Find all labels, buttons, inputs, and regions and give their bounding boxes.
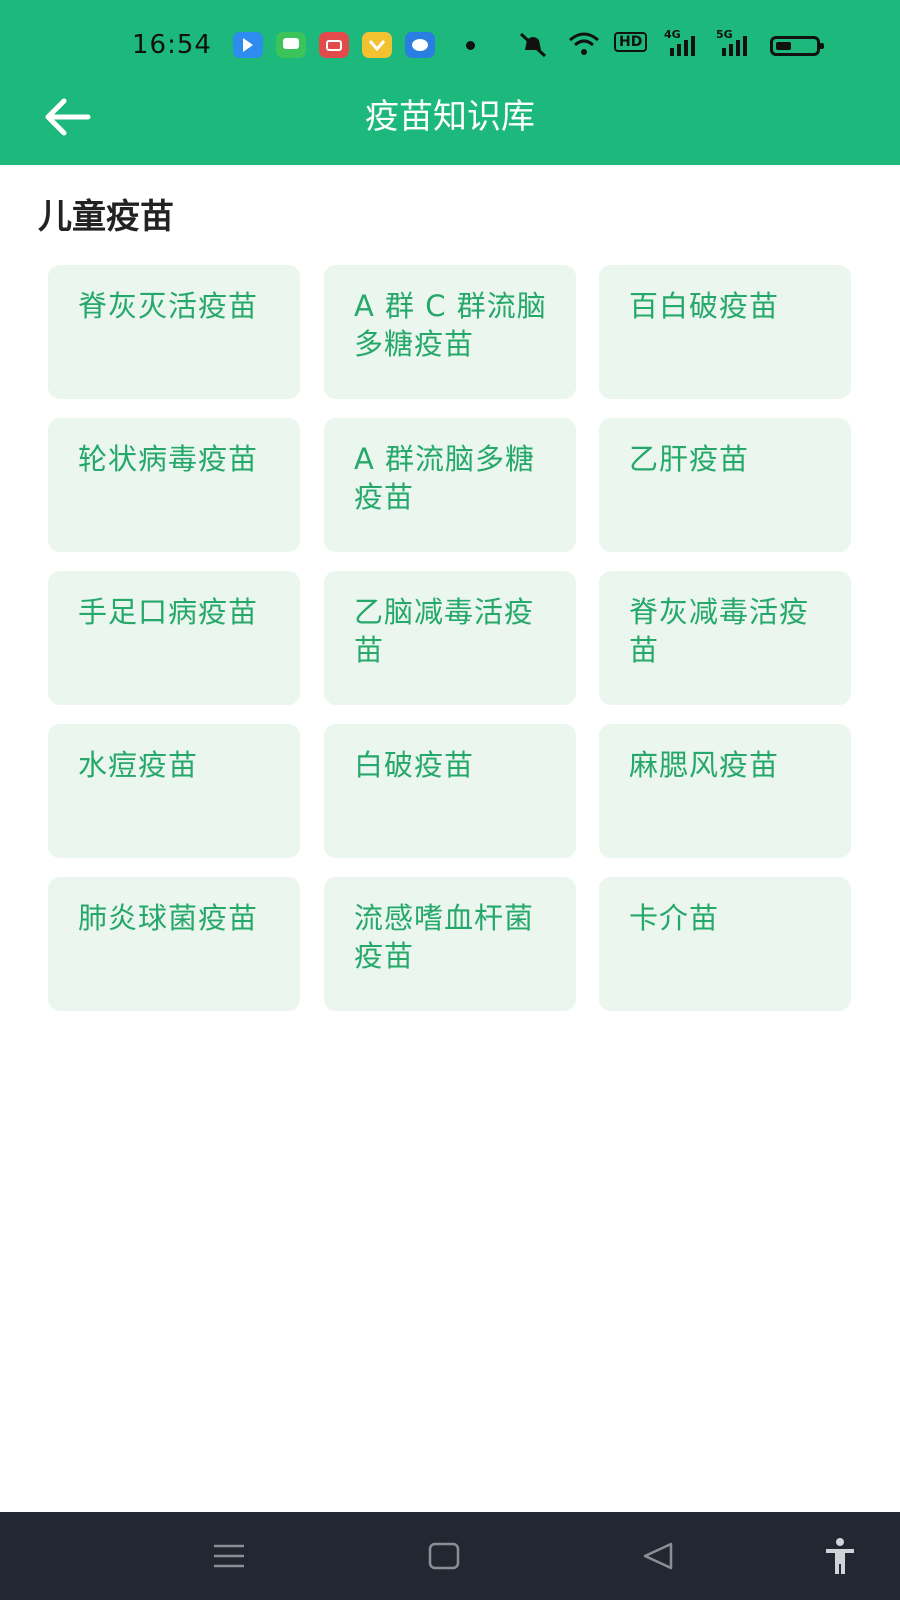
messages-icon bbox=[276, 32, 306, 58]
vaccine-card[interactable]: 肺炎球菌疫苗 bbox=[48, 877, 300, 1011]
battery-icon bbox=[770, 36, 824, 56]
wifi-icon bbox=[566, 30, 602, 62]
section-title: 儿童疫苗 bbox=[38, 197, 174, 237]
app-icon-blue bbox=[233, 32, 263, 58]
status-bar: 16:54 HD 4G 5G bbox=[0, 22, 900, 68]
vaccine-card[interactable]: 轮状病毒疫苗 bbox=[48, 418, 300, 552]
vaccine-card[interactable]: A 群流脑多糖疫苗 bbox=[324, 418, 576, 552]
system-nav-bar bbox=[0, 1512, 900, 1600]
vaccine-card[interactable]: 流感嗜血杆菌疫苗 bbox=[324, 877, 576, 1011]
more-notifications-dot bbox=[466, 41, 475, 50]
vaccine-card[interactable]: 百白破疫苗 bbox=[599, 265, 851, 399]
app-bar: 16:54 HD 4G 5G 疫苗知识库 bbox=[0, 0, 900, 165]
store-icon bbox=[319, 32, 349, 58]
home-button[interactable] bbox=[422, 1534, 466, 1578]
vaccine-card[interactable]: 脊灰灭活疫苗 bbox=[48, 265, 300, 399]
browser-icon bbox=[405, 32, 435, 58]
wallet-icon bbox=[362, 32, 392, 58]
vaccine-card[interactable]: 水痘疫苗 bbox=[48, 724, 300, 858]
back-nav-button[interactable] bbox=[637, 1534, 681, 1578]
vaccine-card[interactable]: 白破疫苗 bbox=[324, 724, 576, 858]
vaccine-card[interactable]: 脊灰减毒活疫苗 bbox=[599, 571, 851, 705]
vaccine-card[interactable]: 乙脑减毒活疫苗 bbox=[324, 571, 576, 705]
mute-icon bbox=[515, 30, 551, 62]
vaccine-card[interactable]: A 群 C 群流脑多糖疫苗 bbox=[324, 265, 576, 399]
home-square-icon bbox=[428, 1542, 460, 1570]
page-title: 疫苗知识库 bbox=[365, 97, 535, 137]
menu-icon bbox=[214, 1544, 244, 1568]
vaccine-card[interactable]: 卡介苗 bbox=[599, 877, 851, 1011]
hd-icon: HD bbox=[614, 32, 648, 52]
vaccine-card[interactable]: 乙肝疫苗 bbox=[599, 418, 851, 552]
vaccine-card[interactable]: 麻腮风疫苗 bbox=[599, 724, 851, 858]
accessibility-icon bbox=[826, 1538, 854, 1574]
menu-button[interactable] bbox=[207, 1534, 251, 1578]
vaccine-card[interactable]: 手足口病疫苗 bbox=[48, 571, 300, 705]
accessibility-button[interactable] bbox=[818, 1534, 862, 1578]
status-time: 16:54 bbox=[132, 30, 212, 60]
back-triangle-icon bbox=[643, 1542, 673, 1570]
